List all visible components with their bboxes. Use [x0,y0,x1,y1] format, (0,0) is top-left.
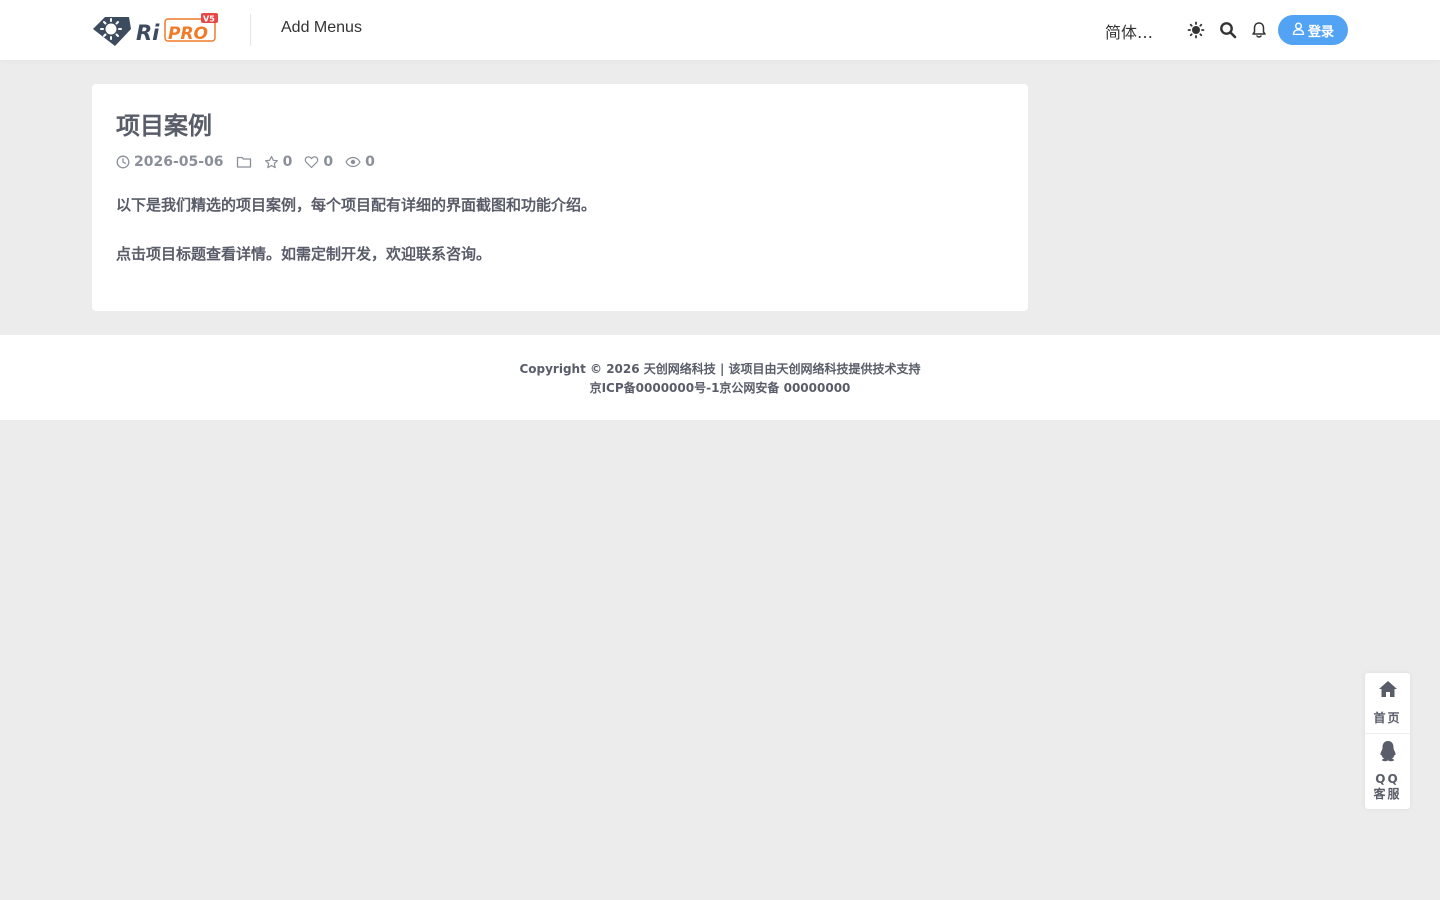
clock-icon [116,155,130,169]
footer-copyright: Copyright © 2026 天创网络科技 | 该项目由天创网络科技提供技术… [519,362,921,376]
logo-badge: V5 [203,15,215,24]
float-divider [1365,733,1410,734]
language-switcher[interactable]: 简体… [1105,19,1153,43]
meta-views-count: 0 [365,154,375,170]
meta-date-text: 2026-05-06 [134,154,224,170]
meta-date: 2026-05-06 [116,154,224,170]
floating-toolbar: 首页 QQ 客服 [1365,673,1410,809]
svg-text:PRO: PRO [168,24,208,44]
meta-category[interactable] [236,155,252,169]
site-header: Ri PRO V5 Add Menus 简体… 登录 [0,0,1440,60]
site-footer: Copyright © 2026 天创网络科技 | 该项目由天创网络科技提供技术… [0,335,1440,420]
qq-icon [1365,740,1410,762]
search-icon[interactable] [1218,20,1238,40]
theme-toggle-icon[interactable] [1186,20,1206,40]
user-icon [1292,22,1305,39]
home-icon [1365,679,1410,701]
heart-icon [304,155,319,169]
login-button[interactable]: 登录 [1278,15,1348,45]
login-label: 登录 [1307,24,1334,40]
svg-text:Ri: Ri [136,21,160,45]
article-paragraph: 以下是我们精选的项目案例，每个项目配有详细的界面截图和功能介绍。 [116,196,597,214]
meta-likes-count: 0 [323,154,334,170]
site-logo[interactable]: Ri PRO V5 [91,11,221,49]
meta-likes[interactable]: 0 [304,154,333,170]
float-qq-sublabel: 客服 [1373,787,1402,801]
meta-stars-count: 0 [282,154,293,170]
article-title: 项目案例 [116,112,212,140]
article-card: 项目案例 2026-05-06 0 0 0 以下是我们精选的项目案例，每个项目配… [92,84,1028,311]
star-icon [264,155,279,170]
bell-icon[interactable] [1249,20,1269,40]
article-paragraph: 点击项目标题查看详情。如需定制开发，欢迎联系咨询。 [116,245,492,263]
float-home-button[interactable]: 首页 [1365,679,1410,726]
folder-icon [236,155,252,169]
article-meta: 2026-05-06 0 0 0 [116,154,387,170]
meta-views: 0 [345,154,375,170]
nav-add-menus[interactable]: Add Menus [281,19,362,37]
float-qq-button[interactable]: QQ 客服 [1365,740,1410,802]
footer-icp[interactable]: 京ICP备0000000号-1京公网安备 00000000 [0,379,1440,396]
float-qq-label: QQ [1375,772,1400,786]
header-divider [250,14,251,46]
eye-icon [345,156,361,168]
meta-stars[interactable]: 0 [264,154,293,170]
float-home-label: 首页 [1373,711,1402,725]
